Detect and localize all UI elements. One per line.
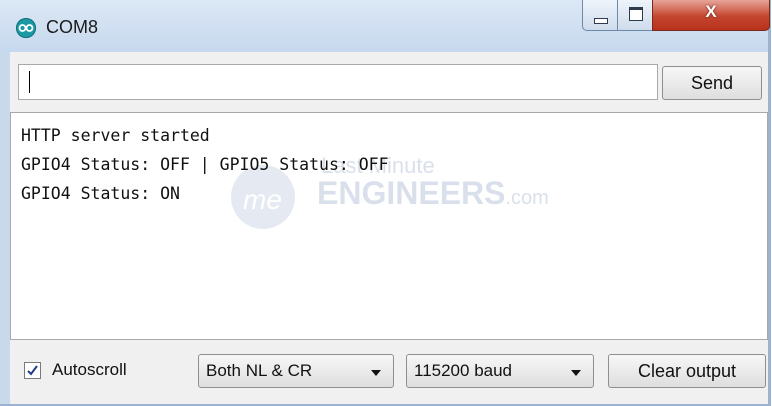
serial-output-area[interactable]: me Last Minute ENGINEERS.com HTTP server… <box>10 112 768 340</box>
bottom-toolbar: Autoscroll Both NL & CR 115200 baud Clea… <box>10 348 768 396</box>
window-title: COM8 <box>46 17 99 37</box>
title-bar[interactable]: COM8 X <box>0 0 770 52</box>
chevron-down-icon <box>571 370 581 376</box>
watermark-word: ENGINEERS <box>317 175 506 211</box>
clear-output-button[interactable]: Clear output <box>608 354 766 388</box>
output-line: GPIO4 Status: ON <box>21 184 180 203</box>
output-line: GPIO4 Status: OFF | GPIO5 Status: OFF <box>21 155 389 174</box>
maximize-icon <box>629 7 643 21</box>
output-line: HTTP server started <box>21 126 210 145</box>
watermark-line2: ENGINEERS.com <box>317 175 549 212</box>
watermark-domain: .com <box>505 187 549 209</box>
arduino-infinity-icon <box>16 18 36 38</box>
baud-rate-select[interactable]: 115200 baud <box>406 354 594 388</box>
line-ending-value: Both NL & CR <box>206 361 313 380</box>
minimize-icon <box>594 18 608 24</box>
serial-monitor-window: COM8 X Send me Last Minute ENGINEERS.com… <box>0 0 771 406</box>
close-icon: X <box>705 2 717 21</box>
serial-send-input[interactable] <box>18 64 658 100</box>
baud-rate-value: 115200 baud <box>414 361 513 380</box>
autoscroll-label[interactable]: Autoscroll <box>52 360 127 380</box>
checkmark-icon <box>27 365 38 376</box>
chevron-down-icon <box>371 370 381 376</box>
serial-monitor-body: Send me Last Minute ENGINEERS.com HTTP s… <box>10 52 768 404</box>
minimize-button[interactable] <box>582 0 619 31</box>
close-button[interactable]: X <box>652 0 770 31</box>
line-ending-select[interactable]: Both NL & CR <box>198 354 394 388</box>
autoscroll-checkbox[interactable] <box>24 362 41 379</box>
send-button[interactable]: Send <box>662 66 762 100</box>
text-caret <box>29 71 30 93</box>
svg-text:me: me <box>243 184 282 215</box>
maximize-button[interactable] <box>617 0 654 31</box>
